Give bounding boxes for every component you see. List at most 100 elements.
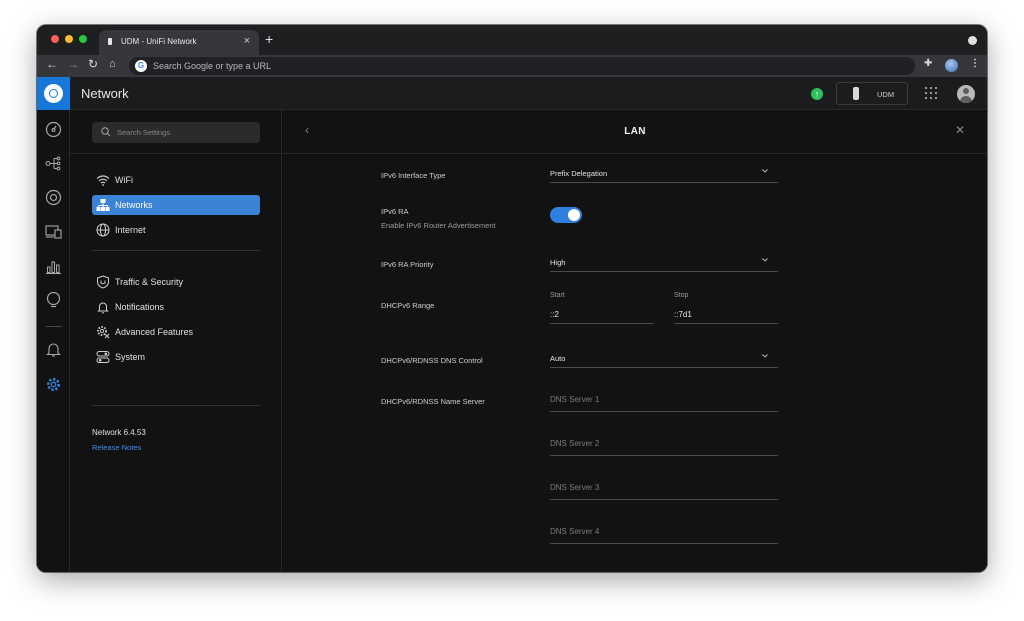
dns-server-4-input[interactable]: DNS Server 4	[550, 527, 599, 536]
name-server-label: DHCPv6/RDNSS Name Server	[381, 397, 485, 406]
apps-grid-icon[interactable]	[925, 87, 938, 100]
reload-icon[interactable]: ↻	[88, 57, 98, 71]
dns-control-value: Auto	[550, 354, 566, 363]
networks-icon	[96, 199, 110, 211]
nav-item-advanced-features[interactable]: Advanced Features	[92, 322, 260, 342]
statistics-icon[interactable]	[45, 258, 62, 275]
dhcpv6-range-label: DHCPv6 Range	[381, 301, 435, 310]
devices-icon[interactable]	[45, 189, 62, 206]
back-arrow-icon[interactable]: ←	[46, 57, 58, 71]
insights-icon[interactable]	[45, 291, 62, 308]
bell-icon	[97, 302, 109, 314]
dns-server-2-input[interactable]: DNS Server 2	[550, 439, 599, 448]
user-avatar[interactable]	[957, 85, 975, 103]
unifi-logo-icon[interactable]	[37, 77, 70, 110]
range-stop-value: ::7d1	[674, 310, 692, 319]
panel-title: LAN	[624, 126, 646, 137]
clients-icon[interactable]	[45, 223, 62, 240]
tab-favicon-icon	[108, 38, 112, 45]
range-stop-input[interactable]: ::7d1	[674, 310, 778, 324]
nav-item-traffic-security[interactable]: Traffic & Security	[92, 272, 260, 292]
search-settings-input[interactable]	[117, 125, 252, 140]
browser-window: UDM - UniFi Network × + ← → ↻ ⌂ G Search…	[37, 25, 987, 572]
topology-icon[interactable]	[45, 155, 62, 172]
alerts-bell-icon[interactable]	[45, 341, 62, 358]
browser-tab-bar: UDM - UniFi Network × +	[37, 25, 987, 55]
google-icon: G	[135, 60, 147, 72]
chevron-down-icon	[762, 169, 768, 173]
maximize-window-button[interactable]	[79, 35, 87, 43]
close-window-button[interactable]	[51, 35, 59, 43]
tab-title: UDM - UniFi Network	[121, 37, 197, 46]
globe-icon	[96, 223, 110, 237]
ipv6-interface-type-select[interactable]: Prefix Delegation	[550, 169, 778, 183]
close-icon[interactable]: ✕	[955, 123, 965, 137]
nav-separator	[92, 250, 260, 251]
nav-item-internet[interactable]: Internet	[92, 220, 260, 240]
dns-server-3-input[interactable]: DNS Server 3	[550, 483, 599, 492]
new-tab-button[interactable]: +	[265, 31, 273, 47]
update-status-icon[interactable]: ↑	[811, 88, 823, 100]
range-start-caption: Start	[550, 292, 565, 299]
ipv6-ra-priority-value: High	[550, 258, 566, 267]
device-label: UDM	[877, 90, 895, 99]
tab-close-icon[interactable]: ×	[244, 35, 250, 47]
app-title: Network	[81, 86, 129, 101]
more-menu-icon[interactable]: ⋮	[970, 58, 980, 69]
settings-gear-icon[interactable]	[45, 376, 62, 393]
dns-server-1-underline	[550, 411, 778, 412]
settings-sidebar: WiFi Networks Internet	[70, 110, 282, 572]
forward-arrow-icon[interactable]: →	[67, 57, 79, 71]
nav-label-traffic-security: Traffic & Security	[115, 277, 184, 287]
ipv6-interface-type-label: IPv6 Interface Type	[381, 171, 446, 180]
address-bar[interactable]: G Search Google or type a URL	[129, 57, 915, 75]
nav-item-system[interactable]: System	[92, 347, 260, 367]
app-header: Network ↑ UDM	[37, 77, 987, 110]
left-nav-rail	[37, 110, 70, 572]
search-icon	[101, 127, 111, 137]
ipv6-ra-toggle[interactable]	[550, 207, 582, 223]
profile-icon[interactable]	[945, 59, 958, 72]
dns-control-label: DHCPv6/RDNSS DNS Control	[381, 356, 483, 365]
range-start-input[interactable]: ::2	[550, 310, 654, 324]
dns-server-1-input[interactable]: DNS Server 1	[550, 395, 599, 404]
browser-toolbar: ← → ↻ ⌂ G Search Google or type a URL ✚ …	[37, 55, 987, 77]
chevron-down-icon	[762, 258, 768, 262]
range-start-value: ::2	[550, 310, 559, 319]
nav-item-networks[interactable]: Networks	[92, 195, 260, 215]
version-label: Network 6.4.53	[92, 428, 146, 437]
panel-header: ‹ LAN ✕	[283, 110, 987, 154]
udm-device-icon	[853, 87, 859, 100]
tab-search-icon[interactable]	[968, 36, 977, 45]
nav-label-system: System	[115, 352, 146, 362]
nav-label-internet: Internet	[115, 225, 146, 235]
nav-label-wifi: WiFi	[115, 175, 133, 185]
ipv6-ra-priority-label: IPv6 RA Priority	[381, 260, 434, 269]
system-toggle-icon	[96, 351, 110, 363]
nav-label-notifications: Notifications	[115, 302, 165, 312]
search-divider	[70, 153, 282, 154]
wifi-icon	[96, 175, 110, 186]
ipv6-interface-type-value: Prefix Delegation	[550, 169, 608, 178]
nav-item-wifi[interactable]: WiFi	[92, 170, 260, 190]
dns-control-select[interactable]: Auto	[550, 354, 778, 368]
device-selector[interactable]: UDM	[836, 82, 908, 105]
nav-label-advanced-features: Advanced Features	[115, 327, 194, 337]
minimize-window-button[interactable]	[65, 35, 73, 43]
home-icon[interactable]: ⌂	[109, 58, 116, 70]
ipv6-ra-priority-select[interactable]: High	[550, 258, 778, 272]
chevron-down-icon	[762, 354, 768, 358]
nav-label-networks: Networks	[115, 200, 153, 210]
advanced-gear-icon	[97, 326, 110, 339]
dashboard-icon[interactable]	[45, 121, 62, 138]
rail-divider	[46, 326, 62, 327]
range-stop-caption: Stop	[674, 292, 689, 299]
release-notes-link[interactable]: Release Notes	[92, 443, 141, 452]
browser-tab[interactable]: UDM - UniFi Network ×	[99, 30, 259, 55]
extensions-icon[interactable]: ✚	[924, 58, 932, 69]
nav-item-notifications[interactable]: Notifications	[92, 297, 260, 317]
settings-search[interactable]	[92, 122, 260, 143]
dns-server-4-underline	[550, 543, 778, 544]
ipv6-ra-sublabel: Enable IPv6 Router Advertisement	[381, 221, 496, 230]
lan-settings-panel: ‹ LAN ✕ IPv6 Interface Type Prefix Deleg…	[283, 110, 987, 572]
